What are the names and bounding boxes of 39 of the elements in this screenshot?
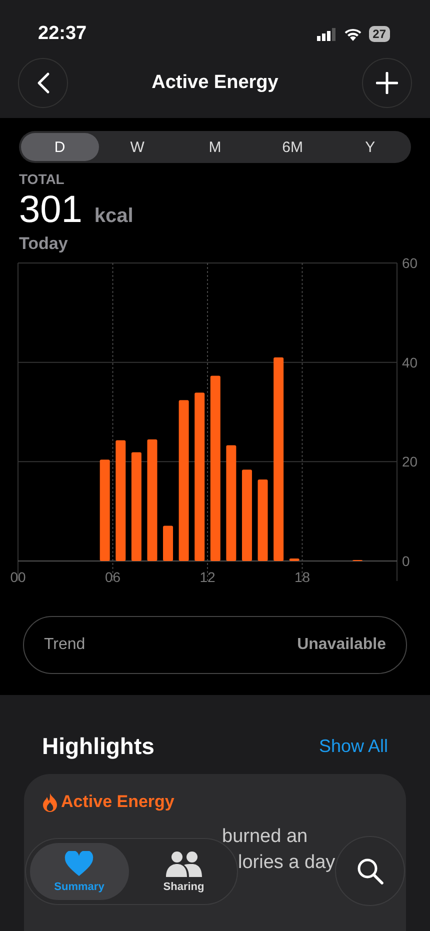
period-tab[interactable]: 6M	[254, 133, 332, 161]
highlight-text: lories a day	[238, 852, 336, 874]
card-title: Active Energy	[61, 792, 174, 812]
period-tab[interactable]: Y	[331, 133, 409, 161]
back-icon	[36, 72, 50, 94]
plus-icon	[376, 72, 398, 94]
section-title: Highlights	[42, 733, 154, 760]
search-icon	[356, 857, 384, 885]
trend-label: Trend	[44, 636, 86, 654]
period-label: Today	[19, 234, 68, 254]
tab-item[interactable]: Summary	[30, 843, 128, 900]
bar	[289, 558, 300, 561]
period-tab[interactable]: M	[176, 133, 254, 161]
flame-icon	[42, 792, 58, 812]
heart-icon	[64, 850, 94, 876]
bar	[163, 526, 174, 561]
axis-label: 20	[402, 454, 418, 470]
people-icon	[164, 850, 203, 876]
period-tab[interactable]: W	[98, 133, 176, 161]
axis-label: 06	[104, 569, 121, 585]
unit-label: kcal	[94, 205, 134, 228]
axis-label: 0	[402, 553, 410, 569]
back-button[interactable]	[18, 58, 68, 108]
show-all-link[interactable]: Show All	[318, 736, 388, 757]
trend-value: Unavailable	[297, 636, 386, 654]
wifi-icon	[344, 28, 362, 40]
axis-label: 12	[200, 569, 216, 585]
axis-label: 60	[402, 256, 418, 271]
page-title: Active Energy	[152, 72, 278, 94]
axis-label: 40	[402, 354, 418, 370]
battery-indicator: 27	[368, 26, 390, 42]
period-tab[interactable]: D	[21, 133, 99, 161]
trend-row[interactable]: Trend Unavailable	[23, 616, 407, 674]
axis-label: 00	[10, 569, 26, 585]
signal-icon	[316, 28, 337, 40]
total-value: 301	[19, 189, 82, 232]
total-label: TOTAL	[19, 171, 66, 187]
status-time: 22:37	[38, 23, 87, 45]
axis-label: 18	[294, 569, 310, 585]
